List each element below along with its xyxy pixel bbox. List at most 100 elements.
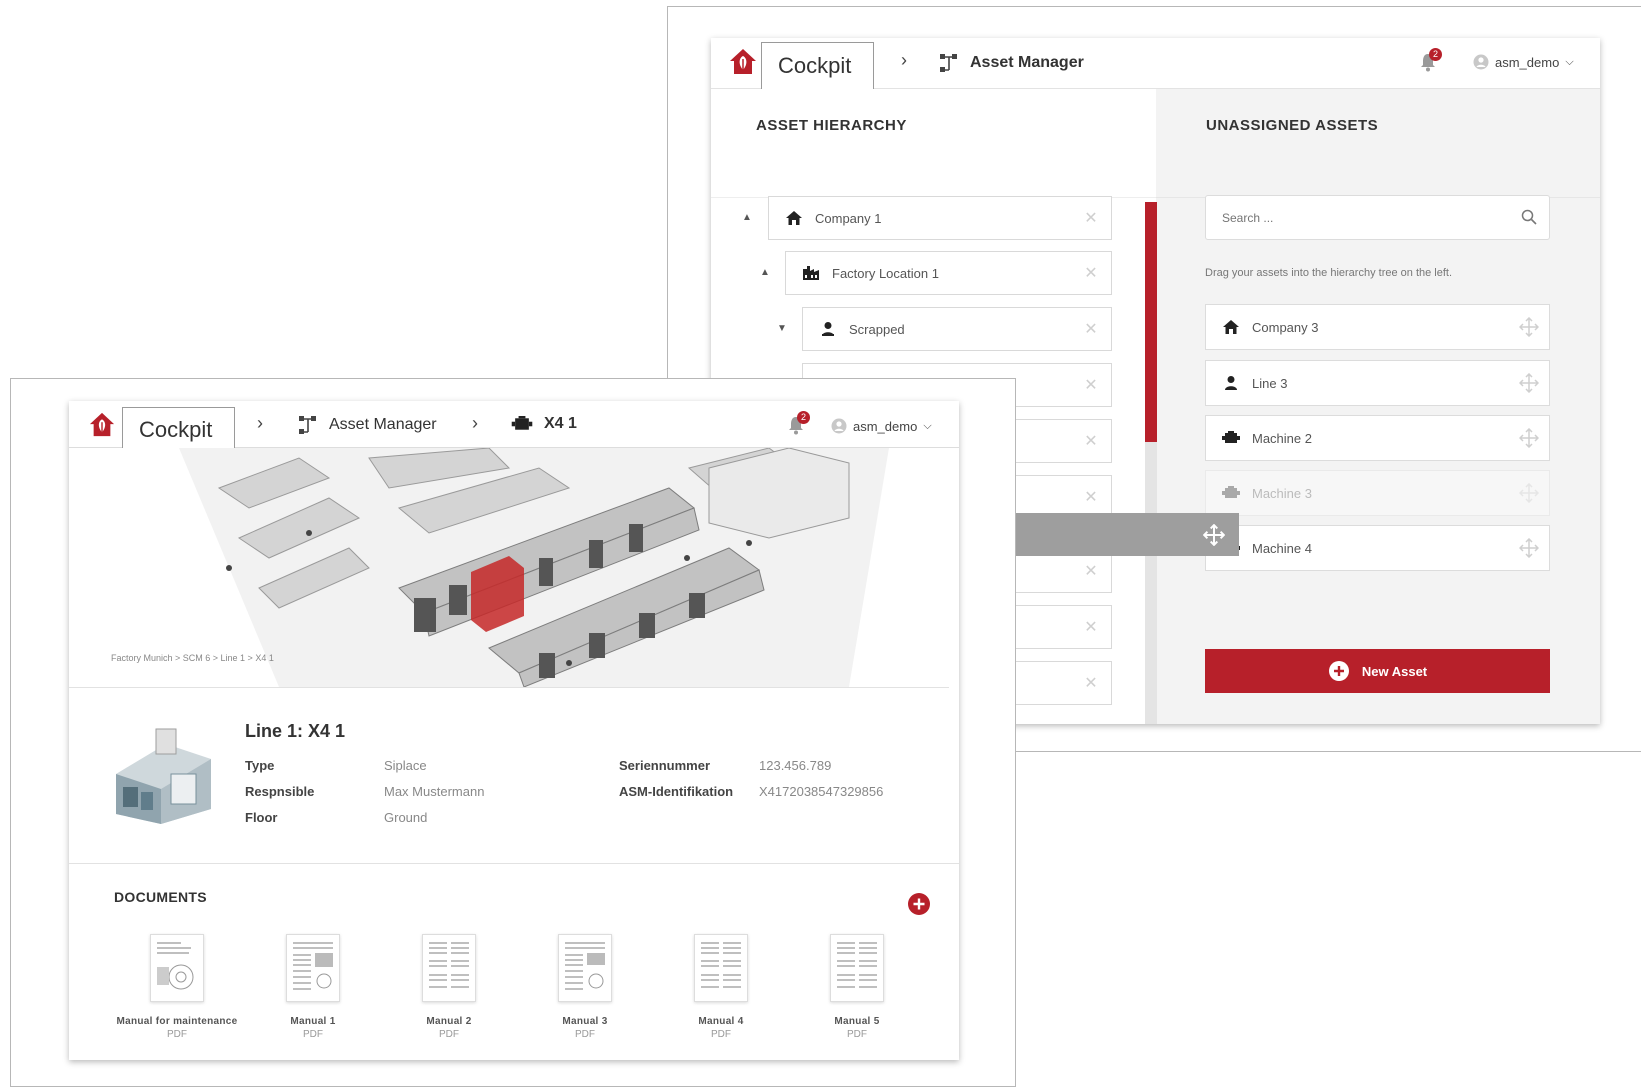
document-item[interactable]: Manual 2 PDF (379, 934, 519, 1040)
unassigned-item-label: Machine 4 (1252, 540, 1312, 556)
drag-handle-icon[interactable] (1509, 317, 1549, 337)
remove-icon[interactable]: ✕ (1071, 431, 1111, 451)
cockpit-button[interactable]: Cockpit (122, 407, 235, 453)
remove-icon[interactable]: ✕ (1071, 208, 1111, 228)
unassigned-item-line-3[interactable]: Line 3 (1205, 360, 1550, 406)
document-type: PDF (439, 1029, 459, 1040)
unassigned-item-label: Machine 2 (1252, 430, 1312, 446)
user-menu[interactable]: asm_demo ⌵ (1473, 54, 1574, 70)
hierarchy-scrollbar-thumb[interactable] (1145, 202, 1157, 442)
drag-handle-icon[interactable] (1509, 428, 1549, 448)
person-icon (1220, 375, 1242, 391)
document-name: Manual 1 (290, 1016, 336, 1027)
expand-caret-icon[interactable]: ▼ (777, 323, 787, 334)
notifications-button[interactable]: 2 (787, 411, 810, 440)
cockpit-button[interactable]: Cockpit (761, 42, 874, 90)
chevron-down-icon: ⌵ (1565, 55, 1574, 68)
remove-icon[interactable]: ✕ (1071, 617, 1111, 637)
asset-search-input[interactable] (1220, 207, 1504, 229)
field-value-asm-id: X4172038547329856 (759, 784, 884, 799)
unassigned-assets-panel: UNASSIGNED ASSETS (1156, 89, 1600, 724)
breadcrumb-separator: › (257, 413, 263, 433)
tree-item-scrapped[interactable]: Scrapped ✕ (802, 307, 1112, 351)
tree-item-label: Factory Location 1 (832, 265, 939, 281)
asset-search-box[interactable] (1205, 195, 1550, 240)
chevron-down-icon: ⌵ (923, 419, 932, 432)
remove-icon[interactable]: ✕ (1071, 561, 1111, 581)
new-asset-button[interactable]: New Asset (1205, 649, 1550, 693)
user-name: asm_demo (853, 418, 918, 434)
factory-hero-image: Factory Munich > SCM 6 > Line 1 > X4 1 (69, 448, 959, 687)
field-label-asm-id: ASM-Identifikation (619, 784, 734, 799)
field-value-serial-number: 123.456.789 (759, 758, 832, 773)
remove-icon[interactable]: ✕ (1071, 673, 1111, 693)
unassigned-item-machine-4[interactable]: Machine 4 (1205, 525, 1550, 571)
add-document-button[interactable] (907, 892, 931, 916)
drag-handle-icon[interactable] (1509, 538, 1549, 558)
unassigned-item-company-3[interactable]: Company 3 (1205, 304, 1550, 350)
documents-title: DOCUMENTS (114, 889, 207, 905)
document-item[interactable]: Manual 3 PDF (515, 934, 655, 1040)
asset-manager-icon (299, 416, 316, 434)
document-type: PDF (711, 1029, 731, 1040)
user-avatar-icon (831, 418, 847, 434)
document-item[interactable]: Manual 4 PDF (651, 934, 791, 1040)
app-header: Cockpit › Asset Manager › X4 1 2 asm_dem… (69, 401, 959, 453)
user-menu[interactable]: asm_demo ⌵ (831, 418, 932, 434)
notification-badge: 2 (797, 411, 810, 424)
new-asset-label: New Asset (1361, 663, 1428, 679)
document-name: Manual 5 (834, 1016, 880, 1027)
notifications-button[interactable]: 2 (1419, 48, 1442, 77)
field-value-type: Siplace (384, 758, 427, 773)
asset-manager-icon (940, 54, 957, 72)
field-label-serial-number: Seriennummer (619, 758, 711, 773)
remove-icon[interactable]: ✕ (1071, 263, 1111, 283)
home-icon (783, 210, 805, 226)
breadcrumb-asset-manager[interactable]: Asset Manager (938, 52, 1084, 74)
unassigned-item-machine-3-placeholder: Machine 3 (1205, 470, 1550, 516)
breadcrumb-asset-manager[interactable]: Asset Manager (297, 414, 437, 436)
user-avatar-icon (1473, 54, 1489, 70)
document-name: Manual 3 (562, 1016, 608, 1027)
asset-manager-label: Asset Manager (329, 416, 437, 433)
drag-handle-icon[interactable] (1509, 373, 1549, 393)
document-item[interactable]: Manual 1 PDF (243, 934, 383, 1040)
factory-floor-illustration (179, 448, 889, 687)
collapse-caret-icon[interactable]: ▲ (760, 267, 770, 278)
field-label-type: Type (245, 758, 275, 773)
field-value-floor: Ground (384, 810, 428, 825)
tree-item-company-1[interactable]: Company 1 ✕ (768, 196, 1112, 240)
hero-divider (69, 687, 949, 688)
pdf-thumbnail-icon (286, 934, 340, 1002)
asset-title: Line 1: X4 1 (245, 721, 346, 741)
document-type: PDF (303, 1029, 323, 1040)
drag-handle-icon (1509, 483, 1549, 503)
unassigned-item-machine-2[interactable]: Machine 2 (1205, 415, 1550, 461)
document-item[interactable]: Manual for maintenance PDF (107, 934, 247, 1040)
collapse-caret-icon[interactable]: ▲ (742, 212, 752, 223)
brand-logo-icon[interactable] (89, 412, 115, 438)
document-type: PDF (167, 1029, 187, 1040)
asset-detail-window: Cockpit › Asset Manager › X4 1 2 asm_dem… (69, 401, 959, 1060)
brand-logo-icon[interactable] (729, 48, 757, 76)
field-label-floor: Floor (245, 810, 278, 825)
document-name: Manual 4 (698, 1016, 744, 1027)
pdf-thumbnail-icon (558, 934, 612, 1002)
search-icon[interactable] (1521, 209, 1537, 225)
breadcrumb-current-asset: X4 1 (510, 415, 577, 433)
person-icon (817, 321, 839, 337)
asset-manager-label: Asset Manager (970, 54, 1084, 71)
document-item[interactable]: Manual 5 PDF (787, 934, 927, 1040)
pdf-thumbnail-icon (694, 934, 748, 1002)
unassigned-item-label: Line 3 (1252, 375, 1288, 391)
document-name: Manual for maintenance (116, 1016, 238, 1027)
remove-icon[interactable]: ✕ (1071, 375, 1111, 395)
info-divider (69, 863, 959, 864)
remove-icon[interactable]: ✕ (1071, 319, 1111, 339)
cockpit-label: Cockpit (778, 53, 852, 78)
field-label-responsible: Respnsible (245, 784, 315, 799)
notification-badge: 2 (1429, 48, 1442, 61)
remove-icon[interactable]: ✕ (1071, 487, 1111, 507)
tree-item-factory-location-1[interactable]: Factory Location 1 ✕ (785, 251, 1112, 295)
dragged-asset-item[interactable] (1010, 513, 1239, 556)
